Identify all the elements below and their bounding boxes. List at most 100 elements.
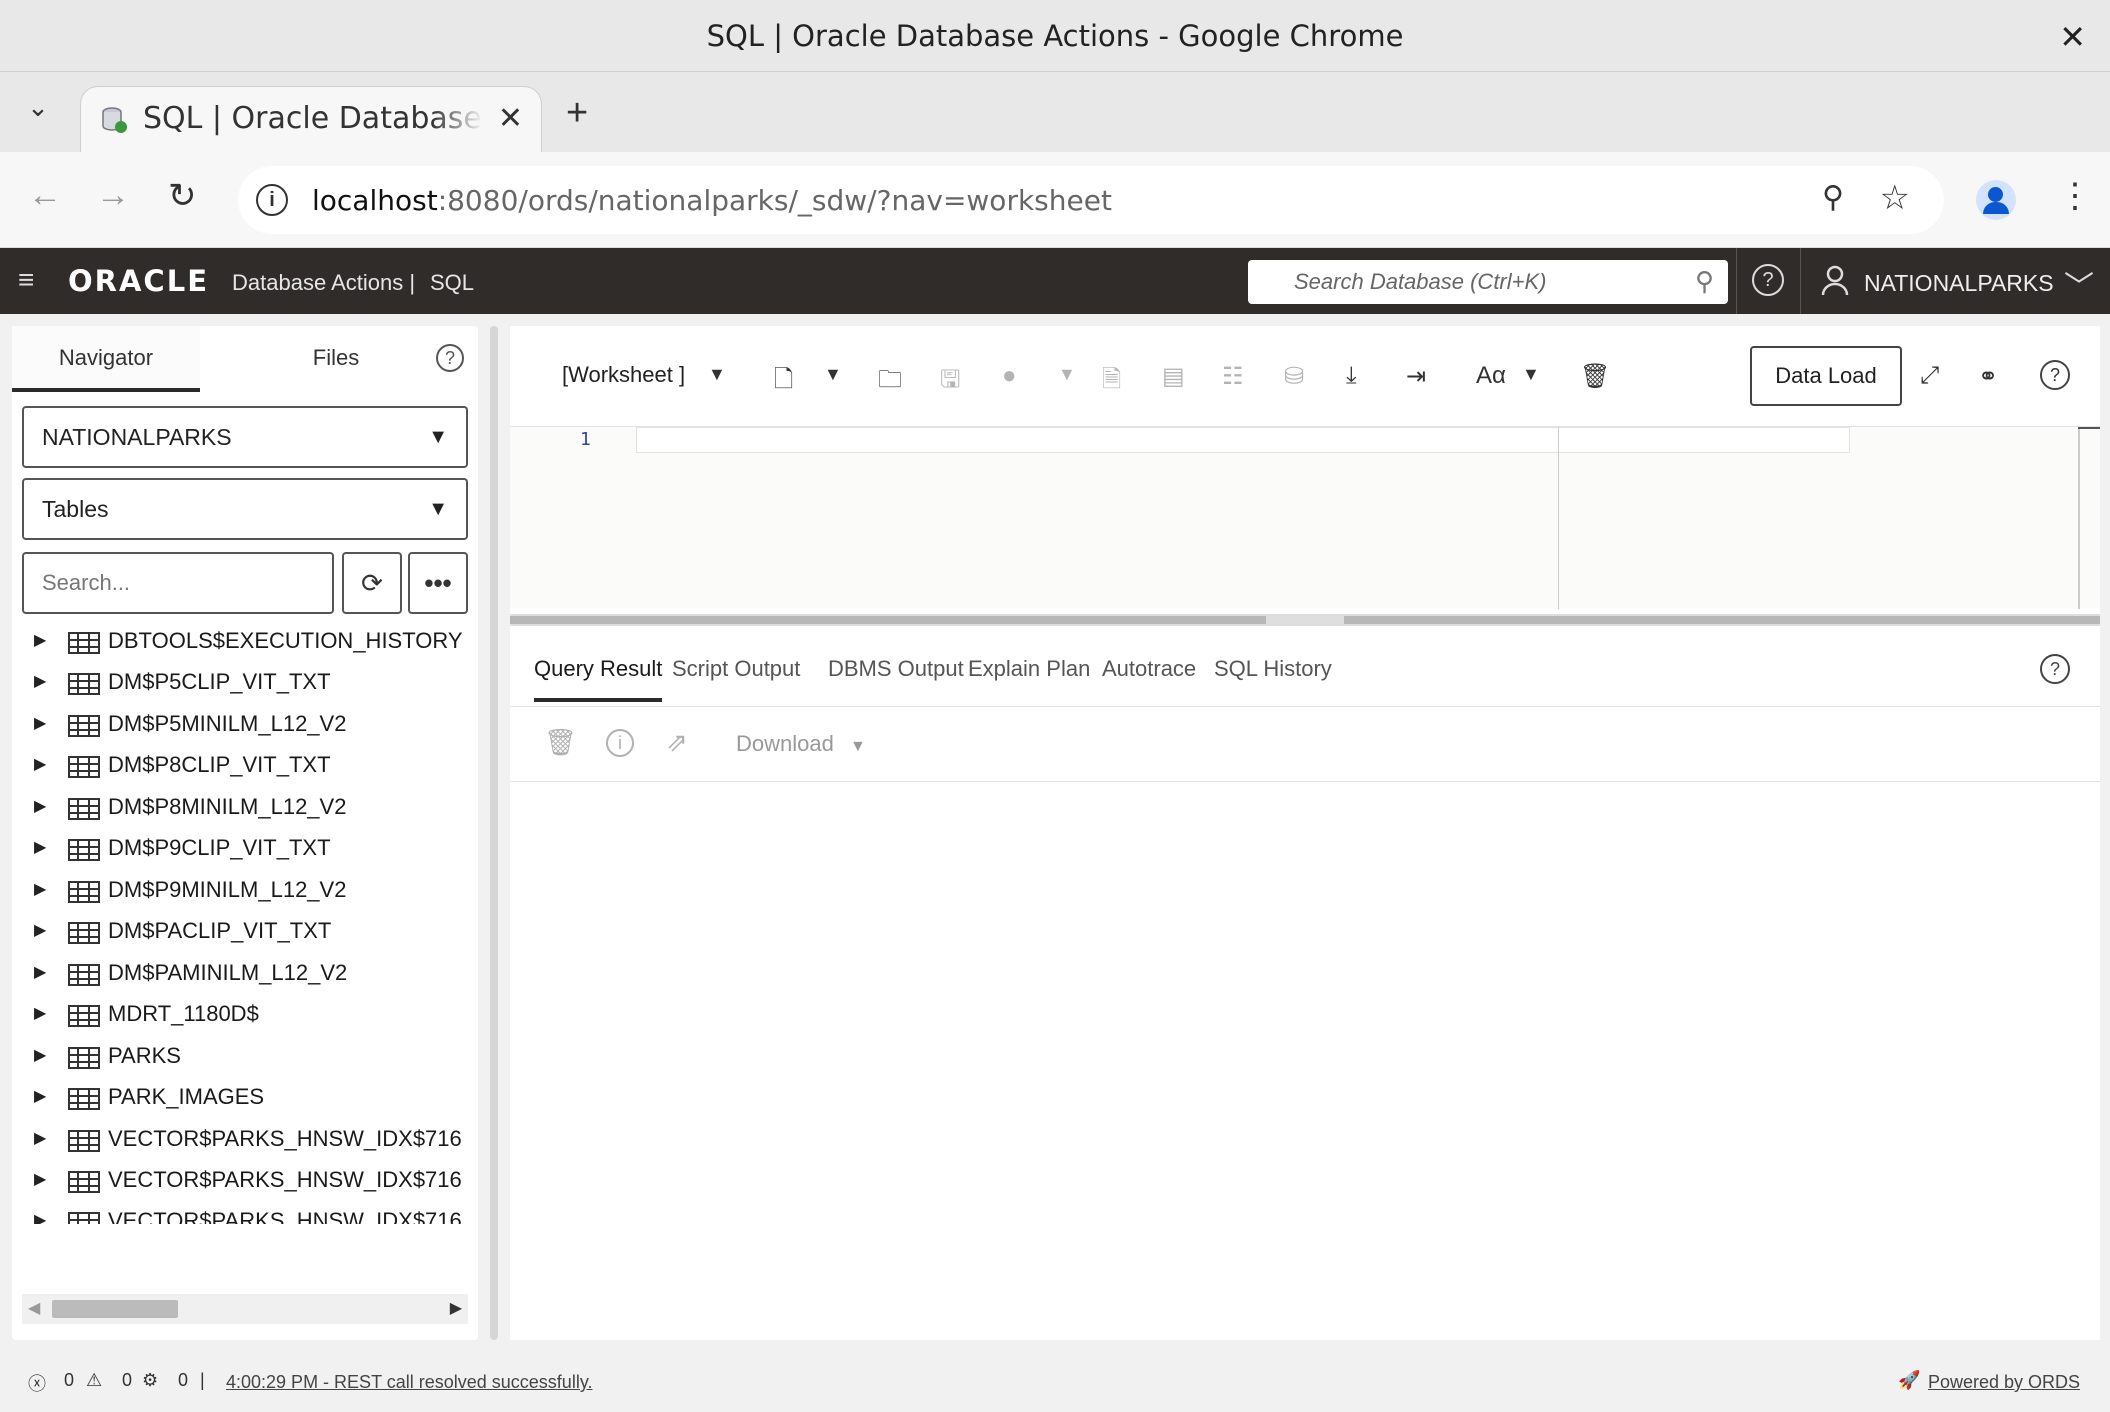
tree-item[interactable]: ▶ VECTOR$PARKS_HNSW_IDX$716 xyxy=(12,1163,478,1204)
tree-item[interactable]: ▶ VECTOR$PARKS_HNSW_IDX$716 xyxy=(12,1204,478,1224)
sql-editor[interactable]: 1 xyxy=(510,426,2100,609)
worksheet-selector[interactable]: [Worksheet ] xyxy=(562,362,685,388)
expand-caret-icon[interactable]: ▶ xyxy=(34,713,46,733)
url-omnibox[interactable]: i localhost:8080/ords/nationalparks/_sdw… xyxy=(238,166,1944,234)
trash-icon[interactable]: 🗑 xyxy=(1580,362,1610,391)
font-size-icon[interactable]: Aα xyxy=(1476,362,1506,390)
status-message-link[interactable]: 4:00:29 PM - REST call resolved successf… xyxy=(226,1372,592,1393)
expand-caret-icon[interactable]: ▶ xyxy=(34,837,46,857)
caret-down-icon[interactable]: ▼ xyxy=(1058,364,1076,385)
window-close-icon[interactable]: ✕ xyxy=(2059,18,2086,56)
binoculars-icon[interactable]: ⚭ xyxy=(1978,362,1998,391)
panel-splitter[interactable] xyxy=(490,326,498,1340)
tree-item[interactable]: ▶ PARKS xyxy=(12,1039,478,1080)
tree-item[interactable]: ▶ DBTOOLS$EXECUTION_HISTORY xyxy=(12,624,478,665)
navigator-search-input[interactable] xyxy=(24,554,332,612)
scroll-left-icon[interactable]: ◀ xyxy=(28,1298,40,1318)
expand-caret-icon[interactable]: ▶ xyxy=(34,1003,46,1023)
forward-arrow-icon[interactable]: → xyxy=(96,176,130,215)
editor-resize-handle[interactable] xyxy=(510,614,2100,626)
expand-caret-icon[interactable]: ▶ xyxy=(34,962,46,982)
tree-item[interactable]: ▶ DM$P5CLIP_VIT_TXT xyxy=(12,665,478,706)
download-menu[interactable]: Download ▼ xyxy=(736,731,866,757)
tree-item[interactable]: ▶ DM$P8CLIP_VIT_TXT xyxy=(12,748,478,789)
tab-navigator[interactable]: Navigator xyxy=(12,326,200,392)
expand-caret-icon[interactable]: ▶ xyxy=(34,1169,46,1189)
caret-down-icon[interactable]: ▼ xyxy=(1522,364,1540,385)
browser-tab[interactable]: SQL | Oracle Database Actions ✕ xyxy=(80,86,542,152)
tree-item[interactable]: ▶ DM$P9CLIP_VIT_TXT xyxy=(12,831,478,872)
new-worksheet-icon[interactable]: 🗋 xyxy=(774,362,793,403)
results-help-icon[interactable]: ? xyxy=(2040,654,2070,684)
hamburger-menu-icon[interactable]: ≡ xyxy=(18,264,34,296)
data-load-button[interactable]: Data Load xyxy=(1750,346,1902,406)
tab-dbms-output[interactable]: DBMS Output xyxy=(828,656,964,682)
tree-item[interactable]: ▶ DM$PACLIP_VIT_TXT xyxy=(12,914,478,955)
expand-caret-icon[interactable]: ▶ xyxy=(34,671,46,691)
schema-select[interactable]: NATIONALPARKS ▼ xyxy=(22,406,468,468)
navigator-help-icon[interactable]: ? xyxy=(436,344,464,372)
open-folder-icon[interactable]: 🗀 xyxy=(878,362,902,403)
site-info-icon[interactable]: i xyxy=(256,184,288,216)
expand-caret-icon[interactable]: ▶ xyxy=(34,1210,46,1224)
tab-autotrace[interactable]: Autotrace xyxy=(1102,656,1196,682)
expand-caret-icon[interactable]: ▶ xyxy=(34,1128,46,1148)
tree-item[interactable]: ▶ DM$PAMINILM_L12_V2 xyxy=(12,956,478,997)
url-text[interactable]: localhost:8080/ords/nationalparks/_sdw/?… xyxy=(312,184,1112,217)
tab-search-chevron-icon[interactable]: ⌄ xyxy=(22,92,54,128)
expand-caret-icon[interactable]: ▶ xyxy=(34,1045,46,1065)
new-tab-plus-icon[interactable]: + xyxy=(566,92,588,135)
tab-sql-history[interactable]: SQL History xyxy=(1214,656,1332,682)
expand-caret-icon[interactable]: ▶ xyxy=(34,796,46,816)
tree-item[interactable]: ▶ PARK_IMAGES xyxy=(12,1080,478,1121)
object-type-select[interactable]: Tables ▼ xyxy=(22,478,468,540)
error-icon[interactable]: ⓧ xyxy=(28,1370,46,1396)
database-search[interactable]: ⚲ xyxy=(1248,260,1728,304)
open-external-icon[interactable]: ⇗ xyxy=(666,727,688,758)
more-actions-button[interactable]: ••• xyxy=(408,552,468,614)
current-line-highlight[interactable] xyxy=(636,427,1850,453)
caret-down-icon[interactable]: ▼ xyxy=(824,364,842,385)
navigator-search[interactable] xyxy=(22,552,334,614)
oracle-logo[interactable]: ORACLE xyxy=(68,264,209,298)
user-name[interactable]: NATIONALPARKS xyxy=(1864,270,2054,297)
autotrace-icon[interactable]: ☷ xyxy=(1222,362,1244,391)
editor-vertical-scrollbar[interactable] xyxy=(2078,427,2080,609)
tab-close-icon[interactable]: ✕ xyxy=(498,101,523,136)
expand-caret-icon[interactable]: ▶ xyxy=(34,879,46,899)
save-icon[interactable]: 🖫 xyxy=(940,362,960,403)
search-icon[interactable]: ⚲ xyxy=(1695,266,1714,297)
help-icon[interactable]: ? xyxy=(1752,264,1784,296)
back-arrow-icon[interactable]: ← xyxy=(28,176,62,215)
expand-icon[interactable]: ⤢ xyxy=(1920,362,1939,390)
expand-caret-icon[interactable]: ▶ xyxy=(34,630,46,650)
chrome-menu-kebab-icon[interactable]: ⋮ xyxy=(2058,176,2092,216)
editor-help-icon[interactable]: ? xyxy=(2040,360,2070,390)
tab-explain-plan[interactable]: Explain Plan xyxy=(968,656,1090,682)
tab-script-output[interactable]: Script Output xyxy=(672,656,800,682)
clear-trash-icon[interactable]: 🗑 xyxy=(544,727,577,758)
user-menu-chevron-icon[interactable]: ﹀ xyxy=(2064,262,2094,306)
tree-item[interactable]: ▶ DM$P5MINILM_L12_V2 xyxy=(12,707,478,748)
tab-files[interactable]: Files xyxy=(242,326,430,392)
expand-caret-icon[interactable]: ▶ xyxy=(34,754,46,774)
tree-item[interactable]: ▶ DM$P8MINILM_L12_V2 xyxy=(12,790,478,831)
sql-history-icon[interactable]: ⛁ xyxy=(1284,362,1304,391)
powered-by-ords-link[interactable]: Powered by ORDS xyxy=(1928,1372,2080,1393)
expand-caret-icon[interactable]: ▶ xyxy=(34,1086,46,1106)
profile-avatar-icon[interactable] xyxy=(1976,180,2016,220)
info-icon[interactable]: i xyxy=(606,729,634,757)
tree-item[interactable]: ▶ VECTOR$PARKS_HNSW_IDX$716 xyxy=(12,1122,478,1163)
scrollbar-thumb[interactable] xyxy=(52,1300,178,1318)
caret-down-icon[interactable]: ▼ xyxy=(708,364,726,385)
refresh-button[interactable]: ⟳ xyxy=(342,552,402,614)
download-icon[interactable]: ⤓ xyxy=(1346,362,1357,390)
zoom-magnifier-icon[interactable]: ⚲ xyxy=(1822,180,1844,215)
bookmark-star-icon[interactable]: ☆ xyxy=(1880,178,1910,218)
explain-plan-icon[interactable]: ▤ xyxy=(1162,362,1185,391)
database-search-input[interactable] xyxy=(1248,260,1668,304)
run-script-icon[interactable]: 🗎 xyxy=(1102,362,1121,403)
gear-icon[interactable]: ⚙ xyxy=(142,1370,158,1391)
user-icon[interactable] xyxy=(1820,264,1850,296)
tree-item[interactable]: ▶ MDRT_1180D$ xyxy=(12,997,478,1038)
